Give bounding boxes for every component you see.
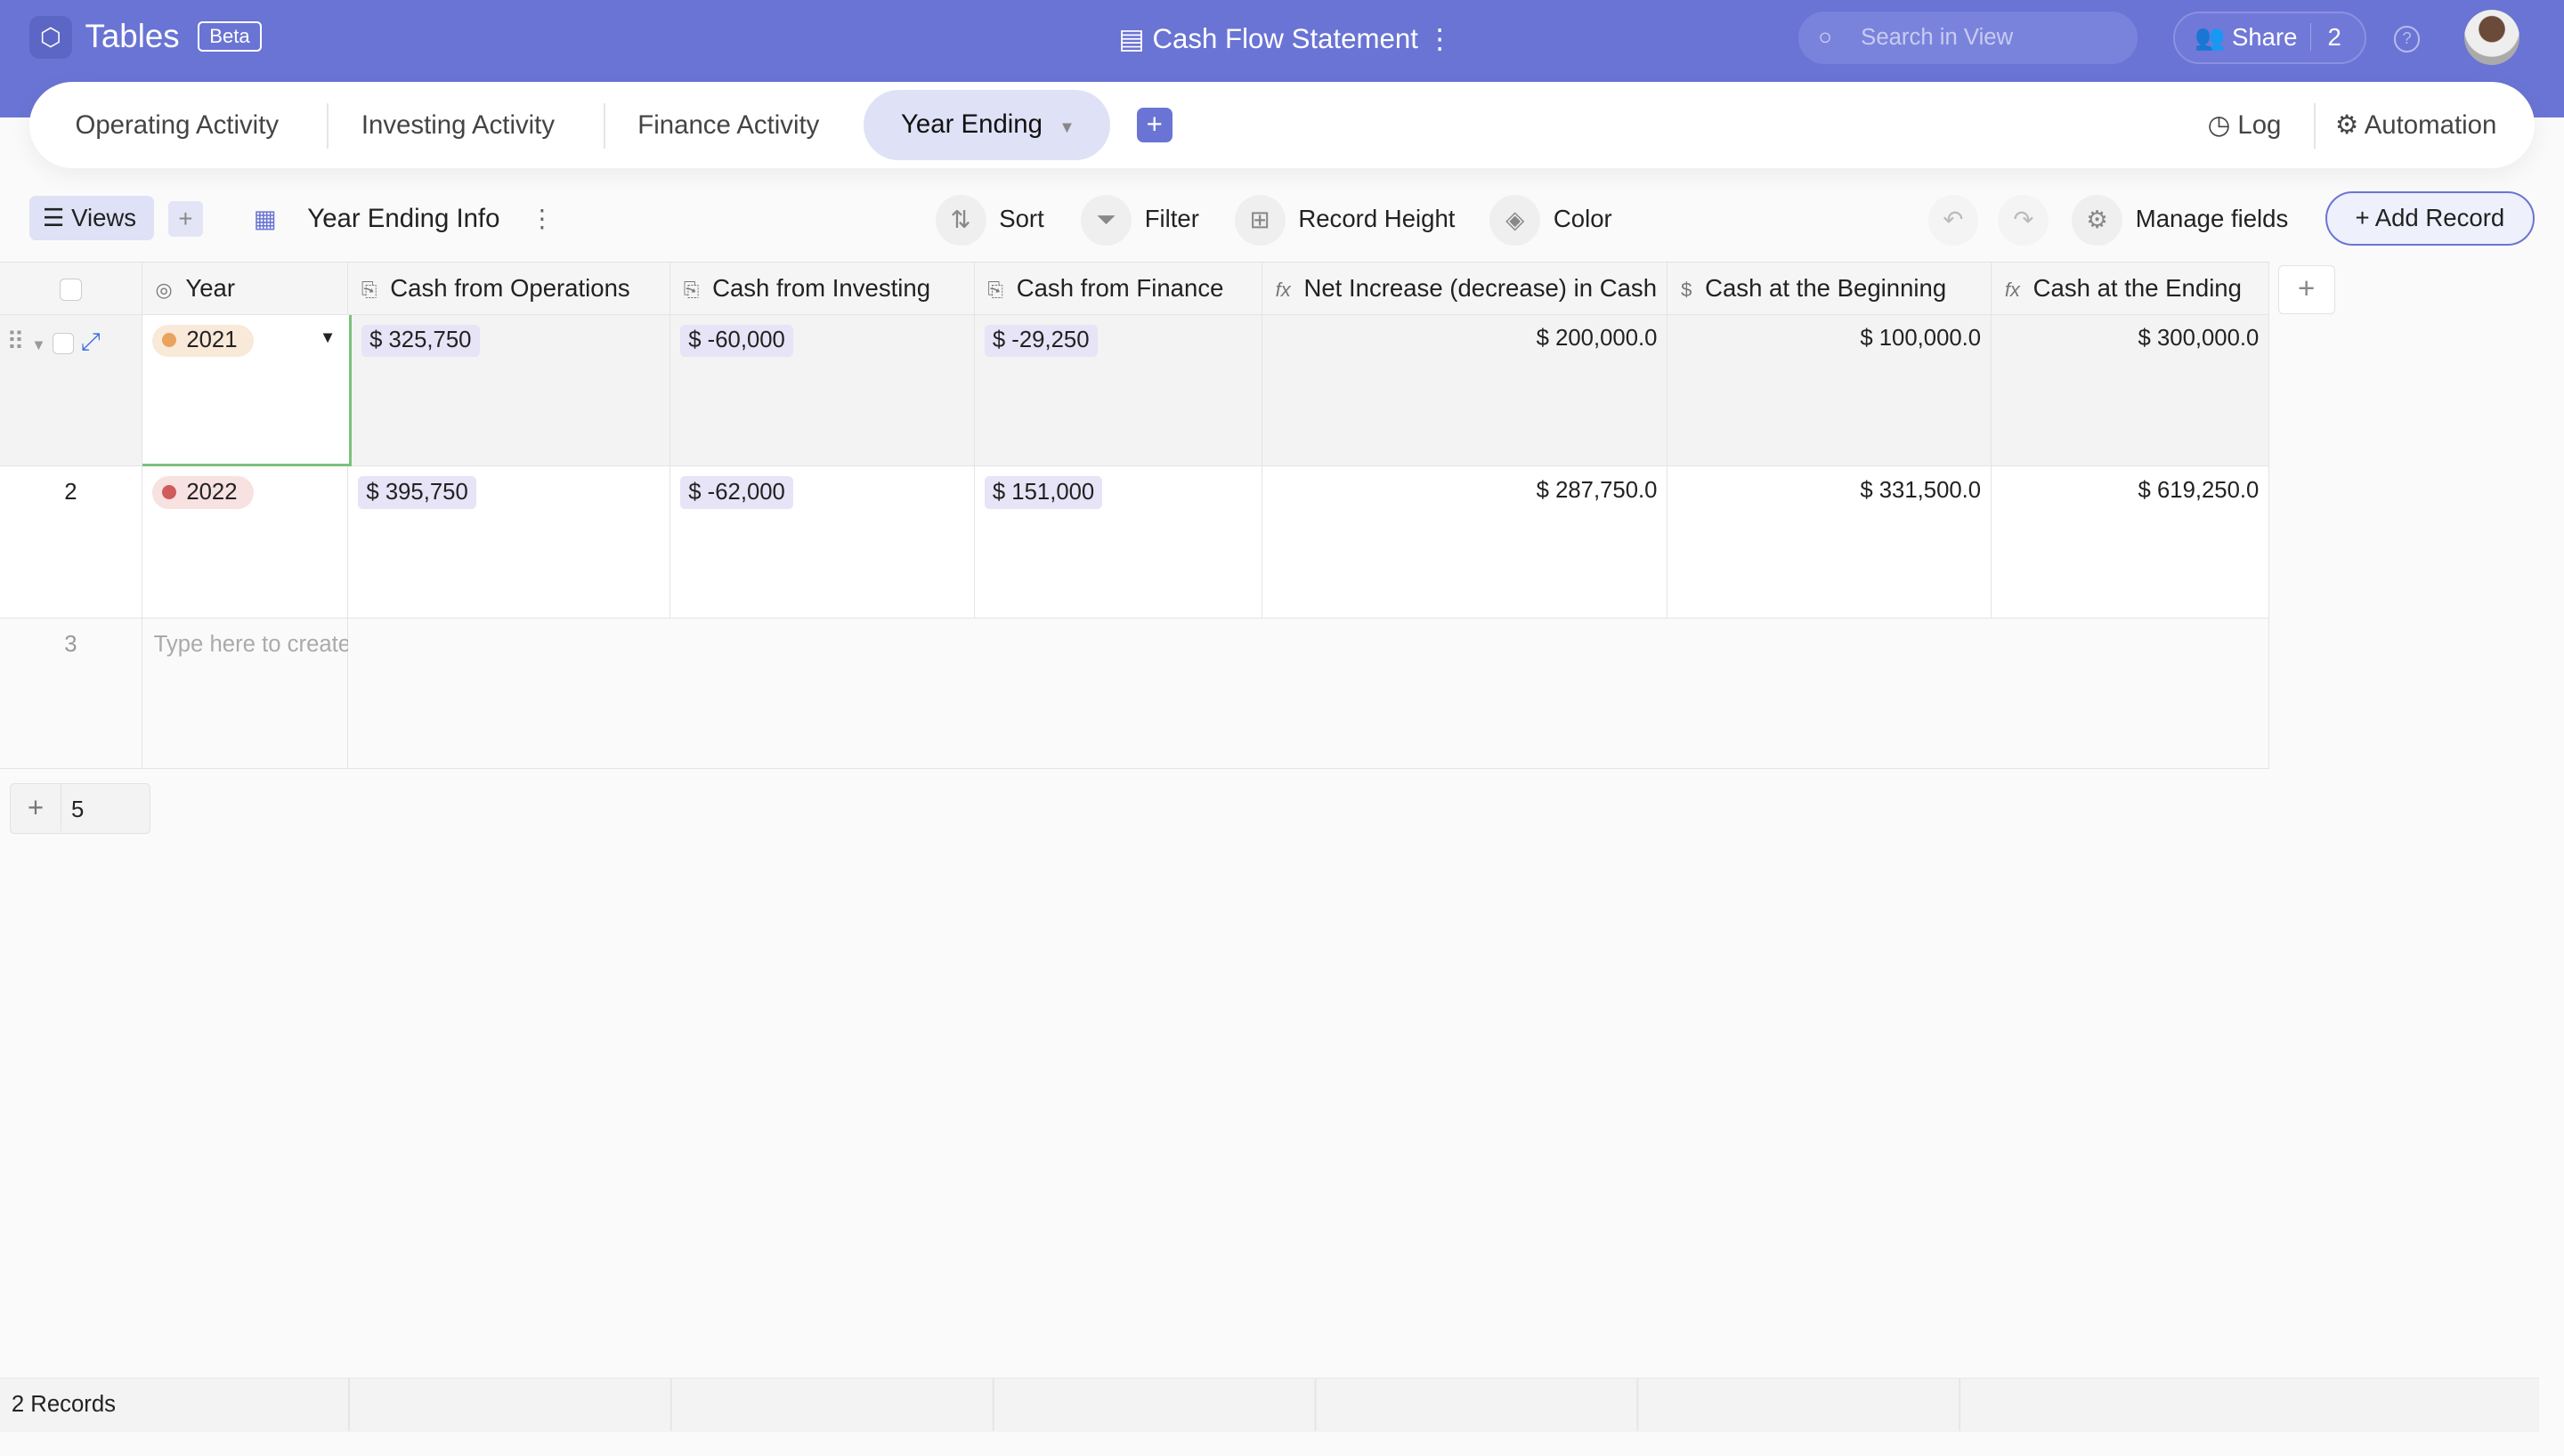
tab-year-ending[interactable]: Year Ending ▼: [863, 90, 1111, 160]
document-icon: ▤: [1118, 22, 1153, 54]
cell-ending[interactable]: $ 619,250.0: [1992, 466, 2270, 619]
more-icon[interactable]: ⋮: [1426, 23, 1454, 54]
tab-operating-activity[interactable]: Operating Activity: [75, 82, 279, 168]
add-rows-control[interactable]: +5: [10, 782, 150, 834]
log-button[interactable]: ◷ Log: [2208, 82, 2282, 168]
column-header-cash-beginning[interactable]: $ Cash at the Beginning: [1667, 262, 1992, 315]
year-tag: 2021: [151, 324, 254, 358]
app-title: Tables: [85, 18, 180, 55]
add-record-button[interactable]: + Add Record: [2325, 190, 2535, 246]
footer-bar: 2 Records: [0, 1378, 2540, 1432]
view-name[interactable]: Year Ending Info: [307, 193, 499, 246]
share-count: 2: [2310, 22, 2341, 51]
row-number: 3: [0, 619, 142, 770]
sort-icon: ⇅: [935, 194, 986, 246]
year-tag: 2022: [151, 476, 254, 510]
column-header-cash-from-investing[interactable]: ⎘ Cash from Investing: [670, 262, 975, 315]
color-button[interactable]: ◈ Color: [1489, 193, 1612, 246]
automation-gear-icon: ⚙: [2334, 109, 2365, 140]
summary-cells[interactable]: [348, 1379, 2270, 1432]
column-header-net-increase[interactable]: fx Net Increase (decrease) in Cash: [1262, 262, 1668, 315]
tables-logo-icon[interactable]: ⬡: [29, 16, 72, 60]
record-height-button[interactable]: ⊞ Record Height: [1234, 193, 1455, 246]
grid-view-icon: ▦: [253, 204, 277, 232]
row-controls[interactable]: ⠿ ▼ ⤢: [0, 314, 142, 467]
cell-ops[interactable]: $ 395,750: [348, 466, 671, 619]
column-header-cash-ending[interactable]: fx Cash at the Ending: [1992, 262, 2270, 315]
new-record-input[interactable]: Type here to create a record: [142, 619, 442, 770]
add-rows-button[interactable]: +: [11, 783, 61, 832]
new-row-area[interactable]: [348, 619, 2270, 770]
expand-record-icon[interactable]: ⤢: [81, 328, 101, 355]
divider: [2313, 102, 2316, 150]
clock-icon: ◷: [2207, 109, 2238, 140]
column-header-year[interactable]: ◎ Year: [142, 262, 349, 315]
beta-badge: Beta: [198, 20, 262, 52]
search-input[interactable]: ○ Search in View: [1798, 11, 2138, 64]
add-rows-count[interactable]: 5: [61, 797, 84, 822]
views-button[interactable]: ☰ Views: [29, 196, 154, 240]
sort-button[interactable]: ⇅ Sort: [935, 193, 1044, 246]
manage-fields-button[interactable]: ⚙ Manage fields: [2072, 193, 2288, 246]
column-header-cash-from-finance[interactable]: ⎘ Cash from Finance: [974, 262, 1262, 315]
cell-beginning[interactable]: $ 331,500.0: [1667, 466, 1992, 619]
undo-icon: ↶: [1927, 194, 1979, 246]
add-table-button[interactable]: +: [1136, 108, 1172, 142]
filter-icon: ⏷: [1081, 194, 1132, 246]
redo-icon: ↷: [1998, 194, 2049, 246]
undo-button[interactable]: ↶: [1927, 193, 1992, 246]
search-icon: ○: [1818, 24, 1832, 50]
lookup-icon: ⎘: [683, 278, 700, 301]
menu-icon: ☰: [42, 204, 72, 232]
cell-beginning[interactable]: $ 100,000.0: [1667, 314, 1992, 467]
manage-fields-icon: ⚙: [2072, 194, 2123, 246]
single-select-icon: ◎: [155, 278, 173, 301]
redo-button[interactable]: ↷: [1998, 193, 2062, 246]
record-count: 2 Records: [11, 1392, 116, 1418]
view-more-icon[interactable]: ⋮: [530, 193, 555, 246]
users-icon: 👥: [2195, 22, 2232, 51]
filter-button[interactable]: ⏷ Filter: [1081, 193, 1199, 246]
formula-icon: fx: [2004, 278, 2020, 301]
cell-ending[interactable]: $ 300,000.0: [1992, 314, 2270, 467]
cell-inv[interactable]: $ -62,000: [670, 466, 975, 619]
expand-row-icon[interactable]: ▼: [31, 336, 45, 353]
share-button[interactable]: 👥 Share 2: [2173, 11, 2366, 64]
cell-net[interactable]: $ 287,750.0: [1262, 466, 1668, 619]
cell-fin[interactable]: $ -29,250: [974, 314, 1262, 467]
chevron-down-icon[interactable]: ▼: [1059, 117, 1075, 136]
paint-bucket-icon: ◈: [1489, 194, 1541, 246]
record-height-icon: ⊞: [1234, 194, 1286, 246]
data-grid: ◎ Year ⎘ Cash from Operations ⎘ Cash from I…: [0, 261, 2270, 770]
row-number: 2: [0, 466, 142, 619]
cell-net[interactable]: $ 200,000.0: [1262, 314, 1668, 467]
column-header-cash-from-operations[interactable]: ⎘ Cash from Operations: [348, 262, 671, 315]
divider: [327, 102, 329, 150]
select-all-checkbox[interactable]: [0, 262, 142, 315]
cell-ops[interactable]: $ 325,750: [351, 314, 671, 467]
add-column-button[interactable]: +: [2277, 264, 2335, 314]
formula-icon: fx: [1275, 278, 1291, 301]
cell-fin[interactable]: $ 151,000: [974, 466, 1262, 619]
tab-finance-activity[interactable]: Finance Activity: [637, 82, 819, 168]
tab-bar: Operating Activity Investing Activity Fi…: [29, 81, 2535, 169]
lookup-icon: ⎘: [361, 278, 377, 301]
automation-button[interactable]: ⚙ Automation: [2335, 82, 2496, 168]
tab-investing-activity[interactable]: Investing Activity: [361, 82, 555, 168]
dropdown-icon[interactable]: ▼: [320, 328, 336, 347]
currency-icon: $: [1681, 278, 1692, 301]
help-icon[interactable]: ?: [2393, 26, 2421, 53]
drag-handle-icon[interactable]: ⠿: [6, 328, 24, 355]
document-title[interactable]: ▤ Cash Flow Statement ⋮: [1118, 23, 1454, 55]
divider: [603, 102, 605, 150]
cell-inv[interactable]: $ -60,000: [670, 314, 975, 467]
year-cell[interactable]: 2021 ▼: [142, 314, 352, 467]
lookup-icon: ⎘: [987, 278, 1004, 301]
row-checkbox[interactable]: [53, 333, 75, 354]
add-view-button[interactable]: +: [168, 200, 203, 238]
year-cell[interactable]: 2022: [142, 466, 349, 619]
